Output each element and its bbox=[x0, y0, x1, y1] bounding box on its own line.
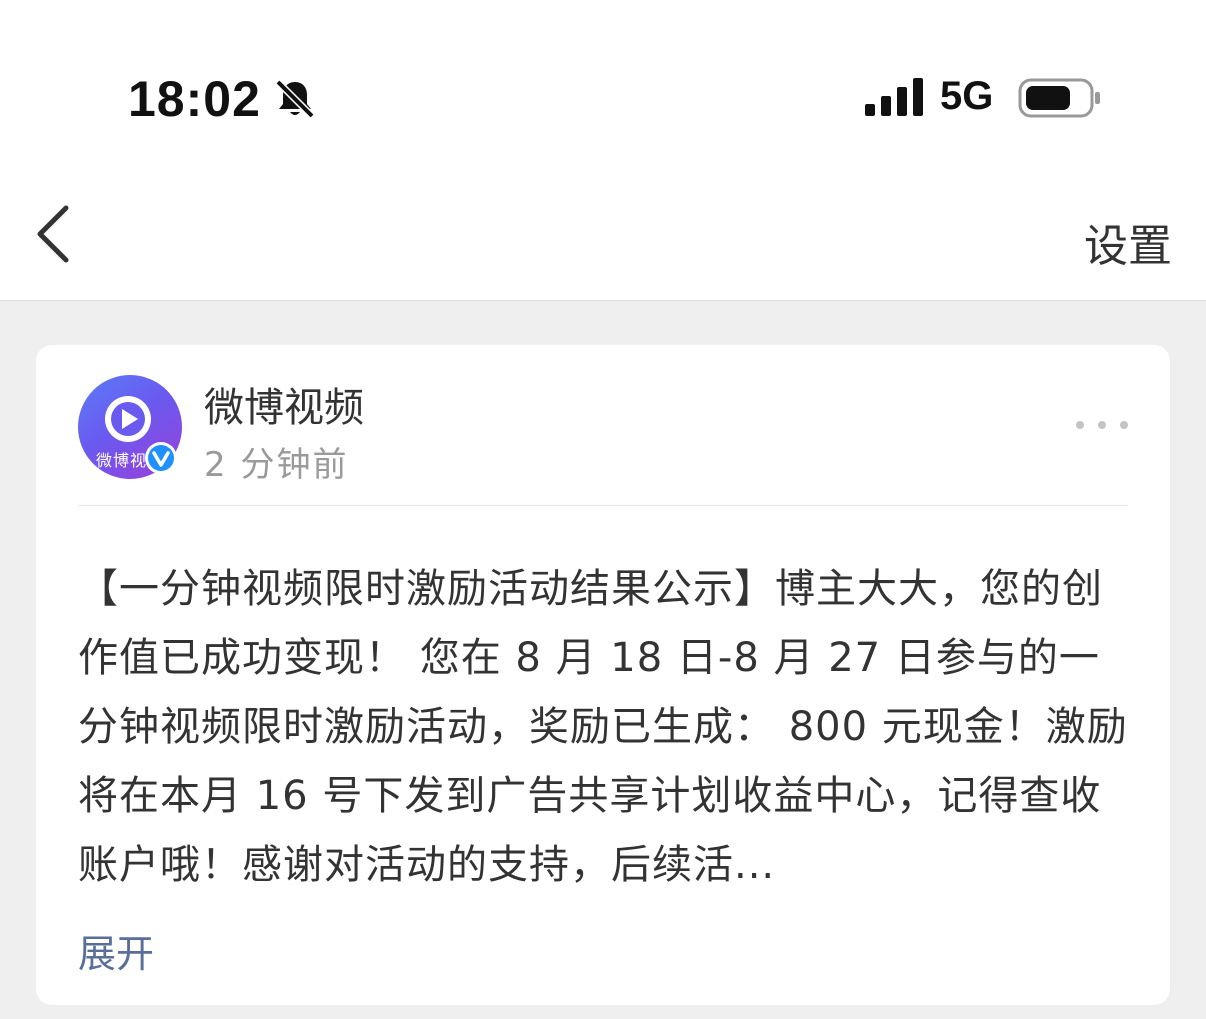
network-type: 5G bbox=[940, 74, 994, 118]
back-chevron-icon[interactable] bbox=[30, 202, 78, 266]
settings-button[interactable]: 设置 bbox=[1084, 210, 1172, 274]
more-options-icon[interactable] bbox=[1074, 415, 1130, 435]
play-icon bbox=[105, 396, 151, 442]
divider bbox=[78, 505, 1128, 506]
status-bar: 18:02 5G bbox=[0, 0, 1206, 170]
signal-icon bbox=[865, 78, 923, 116]
post-time: 2 分钟前 bbox=[204, 445, 349, 485]
bell-muted-icon bbox=[275, 79, 315, 119]
battery-icon bbox=[1018, 78, 1100, 118]
avatar-label: 微博视 bbox=[96, 451, 148, 470]
status-time: 18:02 bbox=[128, 71, 261, 127]
author-name[interactable]: 微博视频 bbox=[204, 375, 364, 433]
nav-bar: 设置 bbox=[0, 170, 1206, 301]
verified-badge-icon bbox=[145, 442, 177, 474]
post-content: 【一分钟视频限时激励活动结果公示】博主大大，您的创作值已成功变现！ 您在 8 月… bbox=[78, 566, 1128, 888]
expand-link[interactable]: 展开 bbox=[78, 923, 154, 978]
post-card: 微博视 微博视频 2 分钟前 【一分钟视频限时激励活动结果公示】博主大大，您的创… bbox=[36, 345, 1170, 1005]
